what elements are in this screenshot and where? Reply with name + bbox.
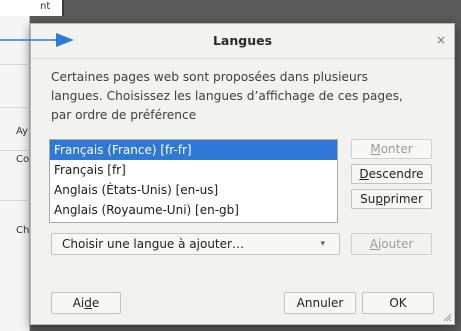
chevron-down-icon: ▾: [320, 239, 325, 249]
remove-button[interactable]: Supprimer: [351, 189, 432, 209]
cancel-button[interactable]: Annuler: [284, 292, 356, 314]
background-divider: [0, 107, 30, 108]
dropdown-value: Choisir une langue à ajouter…: [62, 237, 244, 251]
background-toolbar: nt: [0, 0, 64, 16]
dialog-description: Certaines pages web sont proposées dans …: [51, 70, 403, 122]
annotation-arrow-icon: [0, 33, 74, 47]
close-icon[interactable]: ×: [436, 33, 446, 47]
language-list[interactable]: Français (France) [fr-fr] Français [fr] …: [49, 139, 338, 223]
language-item[interactable]: Français [fr]: [50, 160, 337, 180]
move-down-button[interactable]: Descendre: [351, 164, 432, 184]
add-language-dropdown[interactable]: Choisir une langue à ajouter… ▾: [51, 233, 340, 255]
add-button[interactable]: Ajouter: [351, 233, 432, 255]
background-text: Ch: [16, 225, 30, 236]
ok-button[interactable]: OK: [362, 292, 434, 314]
background-text: Cou: [16, 154, 30, 165]
dialog-title: Langues: [212, 33, 273, 48]
background-text: nt: [40, 1, 51, 12]
language-item[interactable]: Anglais (États-Unis) [en-us]: [50, 180, 337, 200]
background-text: Ay: [16, 126, 29, 137]
language-item[interactable]: Français (France) [fr-fr]: [50, 140, 337, 160]
languages-dialog: Langues × Certaines pages web sont propo…: [30, 23, 455, 325]
resize-grip-icon[interactable]: [442, 312, 452, 322]
language-item[interactable]: Anglais (Royaume-Uni) [en-gb]: [50, 200, 337, 220]
dialog-titlebar[interactable]: Langues ×: [31, 24, 454, 59]
background-divider: [0, 64, 30, 65]
move-up-button[interactable]: Monter: [351, 139, 432, 159]
background-divider: [0, 200, 30, 201]
background-divider: [0, 150, 30, 151]
help-button[interactable]: Aide: [51, 292, 121, 314]
